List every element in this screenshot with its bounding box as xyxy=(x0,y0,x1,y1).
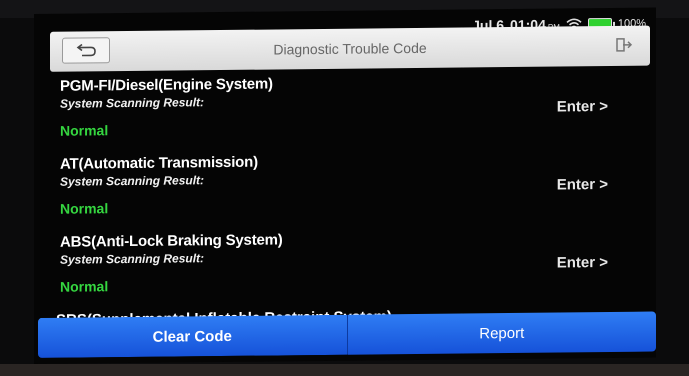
device-screen: Jul 6 01:04 PM 100% Diagnostic Trouble C… xyxy=(34,7,656,364)
list-item[interactable]: AT(Automatic Transmission) System Scanni… xyxy=(34,143,656,228)
enter-button[interactable]: Enter > xyxy=(557,254,608,272)
report-button[interactable]: Report xyxy=(347,311,656,355)
exit-button[interactable] xyxy=(610,34,638,56)
system-list: PGM-FI/Diesel(Engine System) System Scan… xyxy=(34,65,656,319)
system-name: ABS(Anti-Lock Braking System) xyxy=(60,231,283,251)
back-button[interactable] xyxy=(62,37,110,64)
page-title: Diagnostic Trouble Code xyxy=(273,39,427,58)
enter-button[interactable]: Enter > xyxy=(557,98,608,116)
system-name: AT(Automatic Transmission) xyxy=(60,153,258,173)
list-item[interactable]: PGM-FI/Diesel(Engine System) System Scan… xyxy=(34,65,656,150)
system-name: PGM-FI/Diesel(Engine System) xyxy=(60,75,273,95)
status-badge: Normal xyxy=(60,200,109,217)
exit-icon xyxy=(616,38,633,52)
list-item[interactable]: ABS(Anti-Lock Braking System) System Sca… xyxy=(34,221,656,306)
clear-code-button[interactable]: Clear Code xyxy=(38,314,348,358)
title-bar: Diagnostic Trouble Code xyxy=(50,25,650,72)
status-badge: Normal xyxy=(60,122,109,139)
device-bezel-bottom xyxy=(0,364,689,376)
back-arrow-icon xyxy=(76,43,96,57)
bottom-action-bar: Clear Code Report xyxy=(38,311,656,358)
status-badge: Normal xyxy=(60,278,109,295)
enter-button[interactable]: Enter > xyxy=(557,176,608,194)
